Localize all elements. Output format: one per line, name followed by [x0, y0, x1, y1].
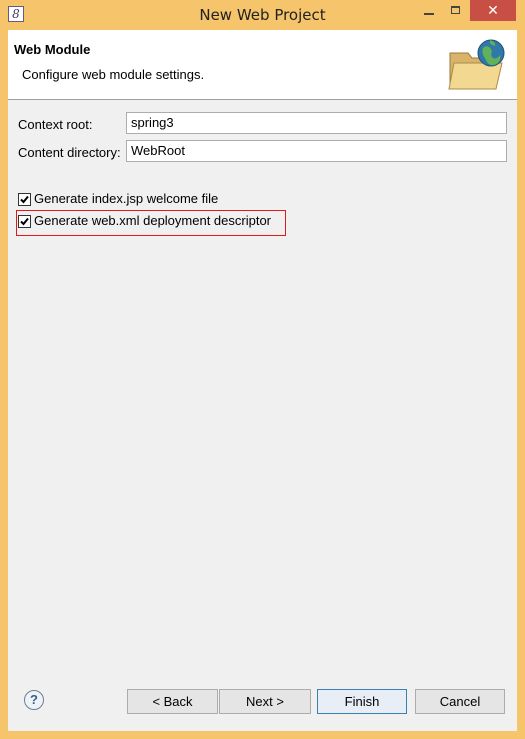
minimize-icon	[424, 13, 434, 15]
context-root-label: Context root:	[18, 117, 93, 132]
checkmark-icon	[20, 195, 29, 204]
content-directory-input[interactable]: WebRoot	[126, 140, 507, 162]
page-description: Configure web module settings.	[22, 67, 205, 82]
minimize-button[interactable]	[416, 0, 442, 21]
help-icon[interactable]: ?	[24, 690, 44, 710]
generate-web-xml-label[interactable]: Generate web.xml deployment descriptor	[34, 213, 271, 228]
dialog-client-area: Web Module Configure web module settings…	[8, 30, 517, 731]
close-button[interactable]: ✕	[470, 0, 516, 21]
generate-index-jsp-label[interactable]: Generate index.jsp welcome file	[34, 191, 218, 206]
next-button[interactable]: Next >	[219, 689, 311, 714]
content-directory-label: Content directory:	[18, 145, 121, 160]
maximize-button[interactable]	[442, 0, 469, 21]
checkmark-icon	[20, 217, 29, 226]
wizard-header: Web Module Configure web module settings…	[8, 30, 517, 100]
maximize-icon	[451, 6, 460, 14]
title-bar[interactable]: 8 New Web Project ✕	[0, 0, 525, 30]
context-root-input[interactable]: spring3	[126, 112, 507, 134]
page-title: Web Module	[14, 42, 91, 57]
finish-button[interactable]: Finish	[317, 689, 407, 714]
generate-web-xml-checkbox[interactable]	[18, 215, 31, 228]
close-icon: ✕	[487, 2, 499, 18]
cancel-button[interactable]: Cancel	[415, 689, 505, 714]
dialog-window: 8 New Web Project ✕ Web Module Configure…	[0, 0, 525, 739]
web-folder-globe-icon	[448, 39, 505, 90]
generate-index-jsp-checkbox[interactable]	[18, 193, 31, 206]
back-button[interactable]: < Back	[127, 689, 218, 714]
